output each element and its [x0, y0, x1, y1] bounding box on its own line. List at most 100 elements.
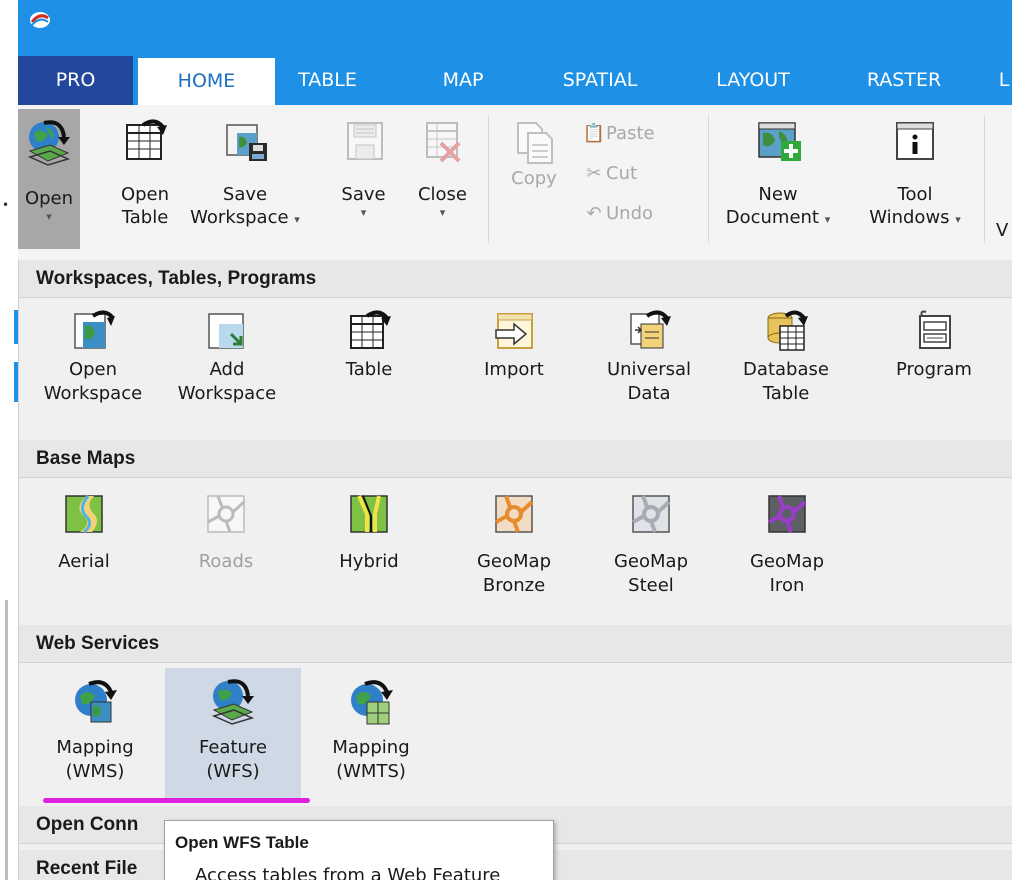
- feature-wfs-label-line1: Feature: [198, 737, 268, 758]
- open-table-icon: [126, 119, 167, 160]
- home-ribbon: Open ▾ Open Table Save Workspace ▾ Save …: [18, 105, 1012, 260]
- open-button[interactable]: Open ▾: [18, 109, 80, 249]
- left-edge-bullet: •: [2, 198, 10, 212]
- paste-label: Paste: [606, 123, 655, 144]
- new-document-icon: [758, 122, 801, 161]
- mapping-wms-item[interactable]: Mapping (WMS): [35, 670, 155, 802]
- roads-basemap-item[interactable]: Roads: [181, 492, 271, 622]
- save-workspace-icon: [226, 124, 267, 161]
- program-label: Program: [896, 359, 972, 380]
- tab-map[interactable]: MAP: [423, 56, 503, 105]
- tool-windows-caret: ▾: [955, 213, 961, 226]
- universal-data-item[interactable]: Universal Data: [594, 308, 704, 448]
- app-logo-icon[interactable]: [28, 10, 52, 30]
- database-table-icon: [767, 310, 808, 351]
- left-edge-strip: •: [0, 150, 18, 880]
- new-document-label-line2: Document ▾: [725, 207, 831, 228]
- copy-button[interactable]: Copy: [498, 109, 570, 249]
- geomap-steel-label-line1: GeoMap: [613, 551, 689, 572]
- left-edge-scrollbar[interactable]: [5, 600, 8, 880]
- copy-icon: [517, 122, 553, 164]
- open-table-button[interactable]: Open Table: [110, 109, 180, 249]
- new-document-caret: ▾: [824, 213, 831, 226]
- aerial-basemap-item[interactable]: Aerial: [39, 492, 129, 622]
- section-header-web-services: Web Services: [19, 625, 1012, 663]
- tool-windows-button[interactable]: Tool Windows ▾: [860, 109, 970, 249]
- tab-pro[interactable]: PRO: [18, 56, 133, 105]
- wfs-tooltip: Open WFS Table Access tables from a Web …: [164, 820, 554, 880]
- geomap-iron-icon: [768, 495, 807, 533]
- universal-data-icon: [630, 310, 671, 349]
- cut-button[interactable]: ✂ Cut: [582, 163, 637, 191]
- tab-raster[interactable]: RASTER: [850, 56, 958, 105]
- cut-label: Cut: [606, 163, 638, 184]
- open-table-label-line2: Table: [121, 207, 169, 228]
- program-item[interactable]: Program: [879, 308, 989, 448]
- mapping-wmts-label-line1: Mapping: [332, 737, 410, 758]
- geomap-iron-item[interactable]: GeoMap Iron: [737, 492, 837, 622]
- geomap-bronze-item[interactable]: GeoMap Bronze: [464, 492, 564, 622]
- title-bar: [18, 0, 1012, 56]
- ribbon-overflow-label[interactable]: V: [996, 219, 1008, 242]
- close-button[interactable]: Close ▾: [410, 109, 475, 249]
- database-table-item[interactable]: Database Table: [731, 308, 841, 448]
- new-document-button[interactable]: New Document ▾: [718, 109, 838, 249]
- new-document-label-line1: New: [758, 184, 798, 205]
- mapping-wmts-item[interactable]: Mapping (WMTS): [311, 670, 431, 802]
- geomap-iron-label-line2: Iron: [769, 575, 805, 596]
- section-header-base-maps: Base Maps: [19, 440, 1012, 478]
- add-workspace-icon: [208, 313, 244, 349]
- save-label: Save: [341, 184, 386, 205]
- tab-table[interactable]: TABLE: [280, 56, 375, 105]
- ribbon-tab-bar: PRO HOME TABLE MAP SPATIAL LAYOUT RASTER…: [18, 56, 1012, 105]
- highlight-underline: [43, 798, 310, 803]
- database-table-label-line1: Database: [743, 359, 829, 380]
- open-dropdown-caret: ▾: [46, 210, 52, 223]
- open-globe-icon: [27, 120, 71, 166]
- tab-overflow[interactable]: L: [996, 56, 1012, 105]
- tab-home[interactable]: HOME: [138, 58, 275, 105]
- import-item[interactable]: Import: [464, 308, 564, 448]
- hybrid-basemap-item[interactable]: Hybrid: [324, 492, 414, 622]
- table-label: Table: [345, 359, 393, 380]
- save-workspace-label-line2: Workspace ▾: [190, 207, 300, 228]
- universal-data-label-line2: Data: [627, 383, 671, 404]
- tool-windows-label-line1: Tool: [897, 184, 933, 205]
- save-button[interactable]: Save ▾: [336, 109, 391, 249]
- mapping-wmts-label-line2: (WMTS): [336, 761, 406, 782]
- save-workspace-caret: ▾: [294, 213, 300, 226]
- save-caret: ▾: [360, 206, 367, 219]
- section-header-workspaces: Workspaces, Tables, Programs: [19, 260, 1012, 298]
- save-workspace-button[interactable]: Save Workspace ▾: [190, 109, 300, 249]
- geomap-steel-label-line2: Steel: [628, 575, 674, 596]
- open-label: Open: [24, 188, 74, 209]
- open-table-label-line1: Open: [120, 184, 170, 205]
- paste-icon: 📋: [582, 123, 606, 144]
- paste-button[interactable]: 📋Paste: [582, 123, 655, 151]
- tab-spatial[interactable]: SPATIAL: [540, 56, 660, 105]
- add-workspace-item[interactable]: Add Workspace: [167, 308, 287, 448]
- roads-label: Roads: [198, 551, 254, 572]
- open-table-item[interactable]: Table: [324, 308, 414, 448]
- import-icon: [495, 313, 533, 349]
- tool-windows-label-line2: Windows ▾: [869, 207, 961, 228]
- close-table-icon: [425, 122, 460, 163]
- wfs-globe-icon: [211, 679, 255, 725]
- tool-windows-icon: [896, 122, 934, 160]
- geomap-iron-label-line1: GeoMap: [749, 551, 825, 572]
- undo-button[interactable]: ↶ Undo: [582, 203, 653, 231]
- close-caret: ▾: [439, 206, 446, 219]
- feature-wfs-item[interactable]: Feature (WFS): [165, 668, 301, 802]
- tab-layout[interactable]: LAYOUT: [698, 56, 808, 105]
- ribbon-separator: [984, 115, 985, 243]
- feature-wfs-label-line2: (WFS): [206, 761, 260, 782]
- open-workspace-label-line1: Open: [68, 359, 118, 380]
- hybrid-label: Hybrid: [339, 551, 399, 572]
- aerial-map-icon: [65, 495, 103, 534]
- geomap-bronze-label-line2: Bronze: [482, 575, 546, 596]
- open-workspace-item[interactable]: Open Workspace: [33, 308, 153, 448]
- geomap-bronze-label-line1: GeoMap: [476, 551, 552, 572]
- tooltip-description: Access tables from a Web Feature: [195, 865, 501, 880]
- mapping-wms-label-line1: Mapping: [56, 737, 134, 758]
- geomap-steel-item[interactable]: GeoMap Steel: [601, 492, 701, 622]
